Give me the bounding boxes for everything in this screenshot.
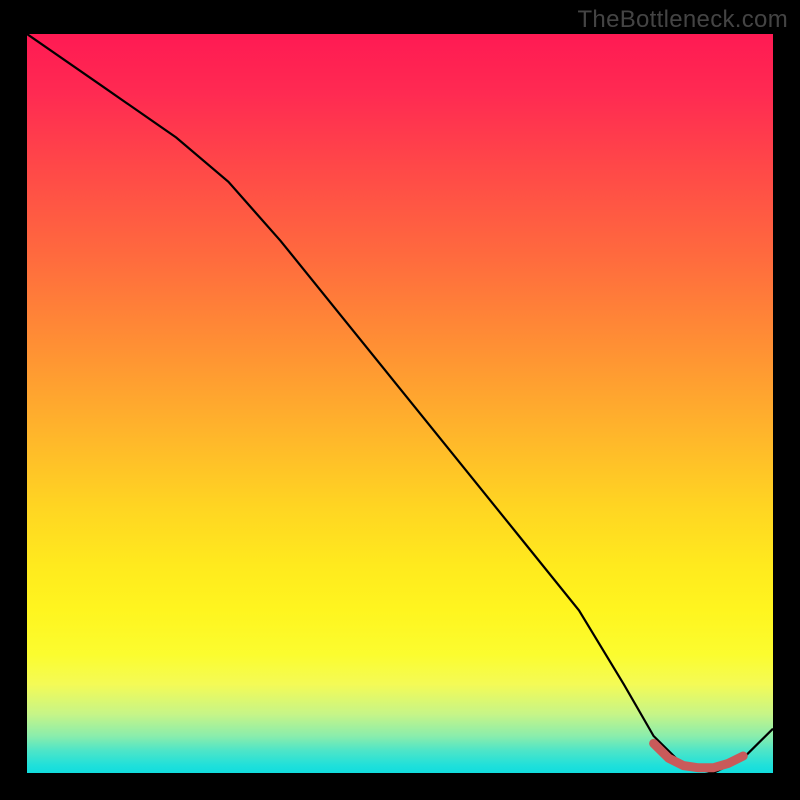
watermark-text: TheBottleneck.com (577, 6, 788, 34)
chart-svg (27, 34, 773, 773)
optimal-segment-line (654, 743, 744, 767)
chart-plot-area (27, 34, 773, 773)
bottleneck-curve-line (27, 34, 773, 773)
